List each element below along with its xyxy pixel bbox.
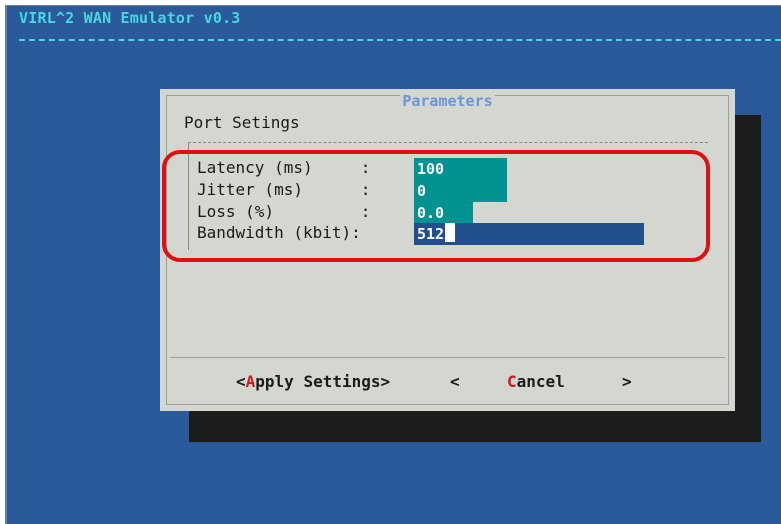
apply-label: pply Settings> bbox=[255, 372, 391, 391]
buttons-divider bbox=[170, 357, 725, 358]
apply-settings-button[interactable]: <Apply Settings> bbox=[236, 372, 390, 391]
cancel-button[interactable]: Cancel bbox=[507, 372, 565, 391]
title-divider bbox=[19, 39, 781, 41]
section-label: Port Setings bbox=[184, 113, 300, 132]
nav-left-marker: < bbox=[450, 372, 460, 391]
nav-right-marker: > bbox=[622, 372, 632, 391]
dialog-title: Parameters bbox=[160, 92, 735, 110]
apply-bracket-open: < bbox=[236, 372, 246, 391]
dialog-title-text: Parameters bbox=[400, 92, 495, 110]
cancel-hotkey: C bbox=[507, 372, 517, 391]
cancel-label: ancel bbox=[516, 372, 565, 391]
highlight-annotation bbox=[162, 150, 710, 262]
app-title: VIRL^2 WAN Emulator v0.3 bbox=[19, 9, 241, 27]
apply-hotkey: A bbox=[245, 372, 256, 391]
